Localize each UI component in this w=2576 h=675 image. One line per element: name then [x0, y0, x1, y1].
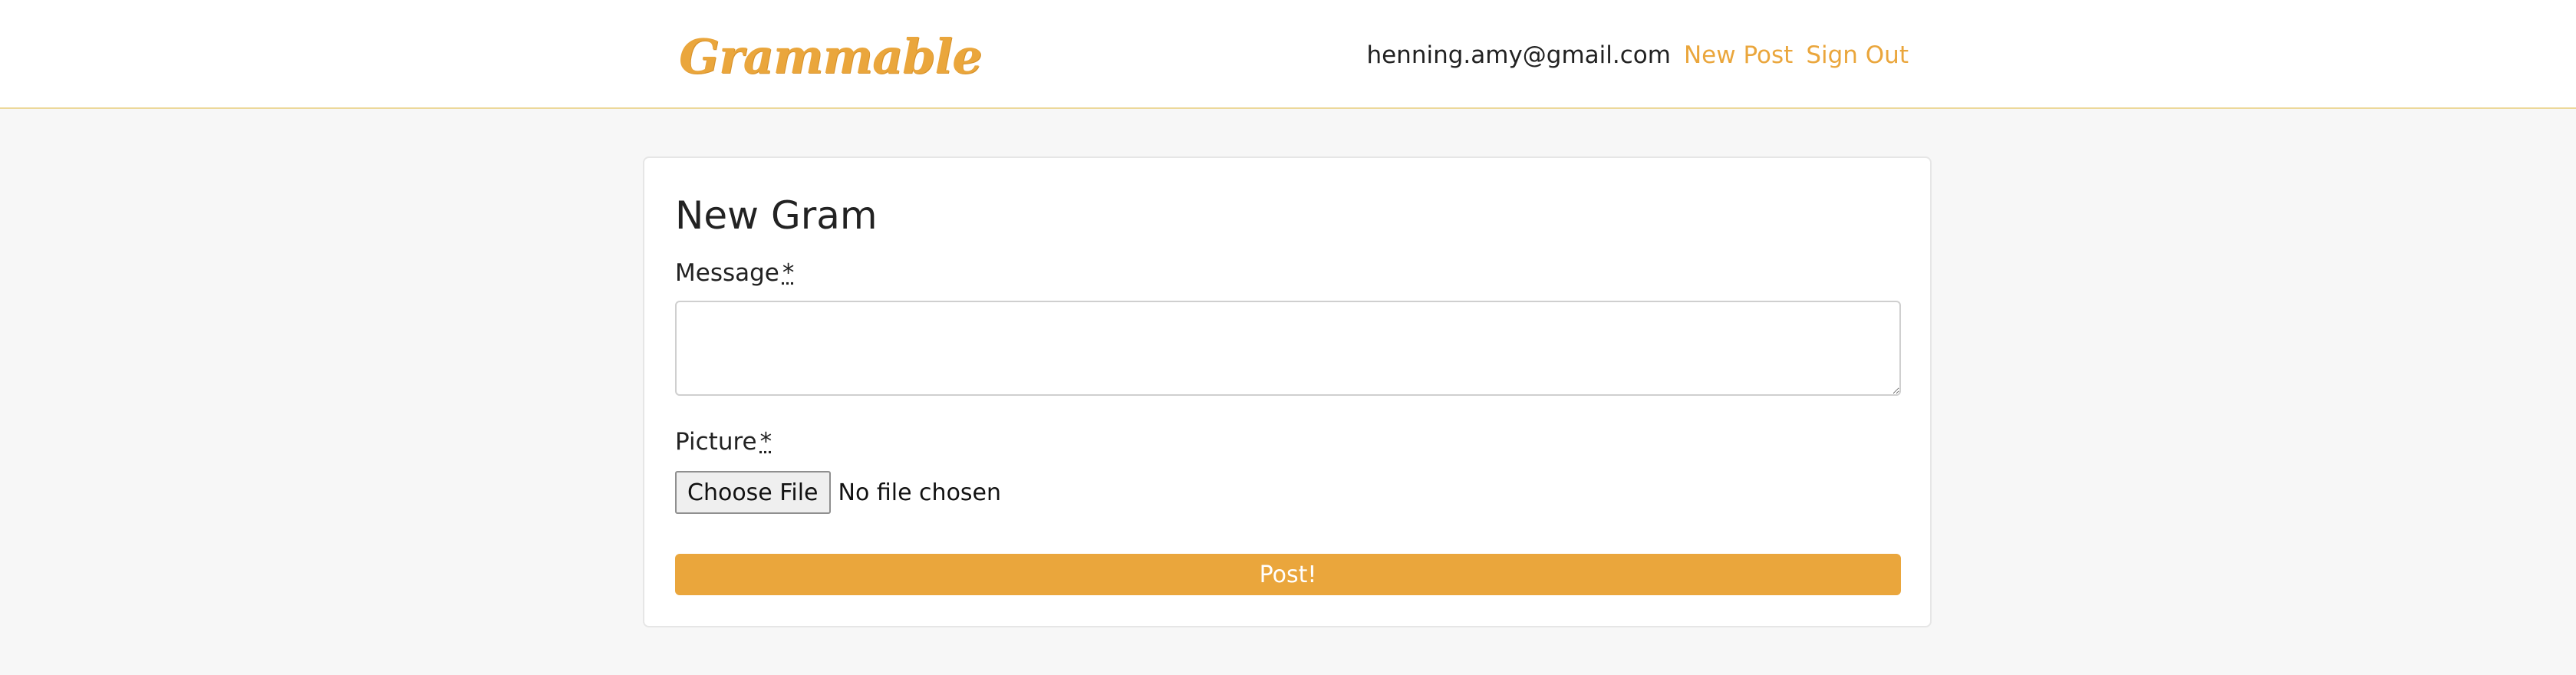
- brand-logo[interactable]: Grammable: [679, 23, 983, 91]
- new-post-link[interactable]: New Post: [1684, 38, 1793, 72]
- post-button[interactable]: Post!: [675, 554, 1901, 595]
- sign-out-link[interactable]: Sign Out: [1806, 38, 1909, 72]
- picture-required-marker: *: [759, 428, 772, 456]
- user-email: henning.amy@gmail.com: [1366, 41, 1671, 69]
- file-status: No file chosen: [838, 479, 1002, 506]
- picture-label-text: Picture: [675, 428, 757, 456]
- file-input: Choose File No file chosen: [675, 471, 1001, 514]
- new-gram-card: New Gram Message * Picture * Choose File N…: [643, 156, 1932, 627]
- message-label-text: Message: [675, 259, 779, 287]
- choose-file-button[interactable]: Choose File: [675, 471, 831, 514]
- picture-label: Picture *: [675, 425, 772, 459]
- navbar: Grammable henning.amy@gmail.com New Post…: [0, 0, 2576, 109]
- page-title: New Gram: [675, 193, 878, 238]
- nav-right: henning.amy@gmail.com New Post Sign Out: [1366, 38, 1909, 72]
- message-label: Message *: [675, 256, 794, 290]
- message-input[interactable]: [675, 301, 1901, 396]
- message-required-marker: *: [782, 259, 795, 287]
